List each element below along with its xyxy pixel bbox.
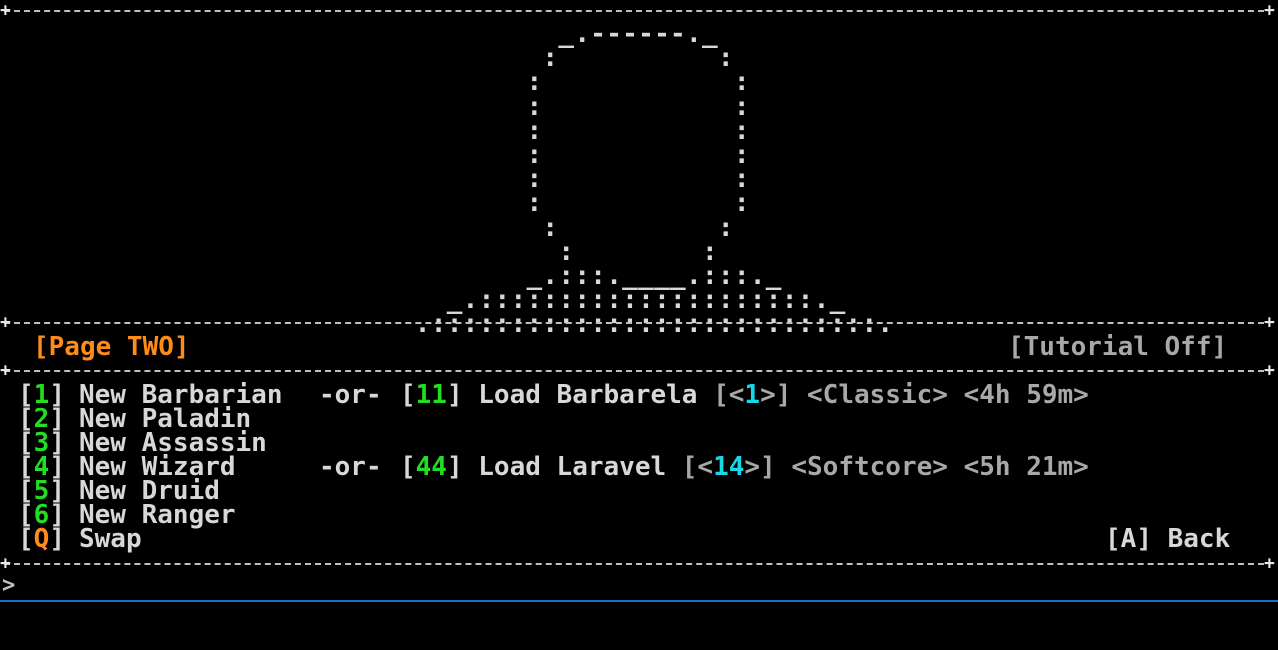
command-prompt[interactable]: >: [2, 574, 15, 598]
back-button[interactable]: [A] Back: [1105, 526, 1230, 552]
or-separator: -or-: [319, 380, 382, 410]
menu-row-6[interactable]: [6] New Ranger: [0, 502, 1278, 528]
portrait-ascii-art: _.------._ : : : : : : :::::::::…: [0, 21, 1278, 337]
load-save-option[interactable]: [11] Load Barbarela [<1>] <Classic> <4h …: [400, 380, 1089, 410]
header-top-divider: + +: [0, 312, 1275, 333]
save-mode: <Softcore>: [791, 452, 948, 482]
save-mode: <Classic>: [807, 380, 948, 410]
page-label: [Page TWO]: [33, 332, 190, 362]
or-separator: -or-: [319, 452, 382, 482]
terminal-window: + + _.------._ : : : : : ::::::::…: [0, 0, 1278, 602]
header-row: [Page TWO] [Tutorial Off]: [0, 332, 1278, 362]
header-bottom-divider: + +: [0, 360, 1275, 381]
bottom-divider: + +: [0, 553, 1275, 574]
option-label: Swap: [79, 524, 142, 554]
save-level: 14: [713, 452, 745, 482]
menu-row-swap[interactable]: [Q] Swap [A] Back: [0, 524, 1278, 554]
save-time: <4h 59m>: [963, 380, 1089, 410]
top-divider: + +: [0, 0, 1275, 21]
save-time: <5h 21m>: [963, 452, 1089, 482]
save-level: 1: [744, 380, 761, 410]
load-save-option[interactable]: [44] Load Laravel [<14>] <Softcore> <5h …: [400, 452, 1089, 482]
tutorial-toggle[interactable]: [Tutorial Off]: [1008, 334, 1227, 360]
option-key: Q: [33, 524, 50, 554]
